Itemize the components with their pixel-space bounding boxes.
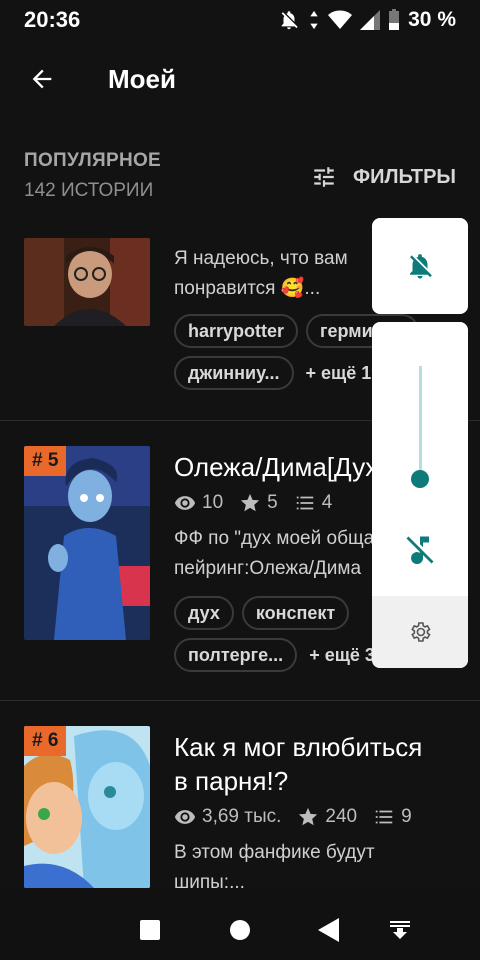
list-icon bbox=[375, 810, 393, 824]
story-item[interactable]: # 6 Как я мог влюбиться в парня!? 3,69 т… bbox=[0, 726, 480, 888]
signal-icon bbox=[360, 10, 381, 30]
story-stats: 3,69 тыс. 240 9 bbox=[174, 806, 420, 828]
wifi-icon bbox=[328, 10, 353, 30]
story-title[interactable]: Как я мог влюбиться в парня!? bbox=[174, 730, 422, 798]
stars-stat: 5 bbox=[239, 492, 278, 514]
page-title: Моей bbox=[108, 63, 176, 94]
gear-icon bbox=[411, 622, 431, 642]
divider bbox=[0, 700, 480, 701]
eye-icon bbox=[174, 810, 196, 824]
status-icons: 30 % bbox=[278, 8, 456, 32]
notification-pull-button[interactable] bbox=[380, 910, 420, 950]
parts-stat: 4 bbox=[294, 492, 332, 514]
volume-settings-button[interactable] bbox=[372, 596, 468, 668]
back-triangle-icon bbox=[318, 918, 339, 942]
tag-chip[interactable]: конспект bbox=[241, 596, 350, 630]
home-button[interactable] bbox=[220, 910, 260, 950]
views-stat: 10 bbox=[174, 492, 223, 514]
filters-label: ФИЛЬТРЫ bbox=[353, 165, 456, 188]
bell-off-icon bbox=[278, 9, 300, 31]
eye-icon bbox=[174, 496, 196, 510]
views-stat: 3,69 тыс. bbox=[174, 806, 281, 828]
status-bar: 20:36 30 % bbox=[0, 0, 480, 40]
bell-off-icon bbox=[410, 254, 432, 279]
list-icon bbox=[296, 496, 313, 510]
recents-square-icon bbox=[140, 920, 160, 940]
rank-badge: # 6 bbox=[24, 726, 67, 756]
media-mute-button[interactable] bbox=[402, 532, 438, 573]
story-stats: 10 5 4 bbox=[174, 492, 340, 514]
story-cover[interactable] bbox=[24, 238, 150, 326]
notification-pull-icon bbox=[390, 921, 410, 939]
volume-slider-thumb[interactable] bbox=[411, 470, 429, 489]
nav-back-button[interactable] bbox=[308, 910, 348, 950]
story-description: В этом фанфике будут шипы:... bbox=[174, 842, 375, 888]
data-arrows-icon bbox=[308, 9, 320, 31]
rank-badge: # 5 bbox=[24, 446, 67, 476]
more-tags-link[interactable]: + ещё 3 bbox=[305, 638, 375, 672]
tag-chip[interactable]: полтерге... bbox=[174, 638, 298, 672]
tune-icon bbox=[314, 167, 334, 187]
story-cover[interactable]: # 6 bbox=[24, 726, 150, 888]
status-time: 20:36 bbox=[24, 7, 81, 32]
volume-slider-track[interactable] bbox=[419, 366, 422, 480]
app-bar: Моей bbox=[0, 46, 480, 112]
home-circle-icon bbox=[230, 920, 250, 940]
arrow-back-icon bbox=[32, 69, 52, 89]
star-icon bbox=[240, 493, 260, 512]
tag-chip[interactable]: дух bbox=[174, 596, 234, 630]
section-header: ПОПУЛЯРНОЕ 142 ИСТОРИИ ФИЛЬТРЫ bbox=[24, 150, 456, 214]
stars-stat: 240 bbox=[297, 806, 357, 828]
story-cover[interactable]: # 5 bbox=[24, 446, 150, 640]
star-icon bbox=[299, 807, 318, 826]
battery-icon bbox=[388, 9, 400, 31]
volume-panel bbox=[372, 322, 468, 668]
navigation-bar bbox=[0, 888, 480, 960]
parts-stat: 9 bbox=[373, 806, 412, 828]
back-button[interactable] bbox=[14, 51, 70, 107]
filters-button[interactable]: ФИЛЬТРЫ bbox=[311, 164, 456, 190]
story-title[interactable]: Олежа/Дима[Дух] bbox=[174, 450, 385, 484]
recents-button[interactable] bbox=[130, 910, 170, 950]
tag-chip[interactable]: джинниу... bbox=[174, 356, 294, 390]
more-tags-link[interactable]: + ещё 19 bbox=[302, 356, 382, 390]
tag-chip[interactable]: harrypotter bbox=[174, 314, 299, 348]
battery-percent: 30 % bbox=[408, 8, 456, 31]
music-off-icon bbox=[406, 536, 434, 565]
ringer-mode-button[interactable] bbox=[372, 218, 468, 314]
